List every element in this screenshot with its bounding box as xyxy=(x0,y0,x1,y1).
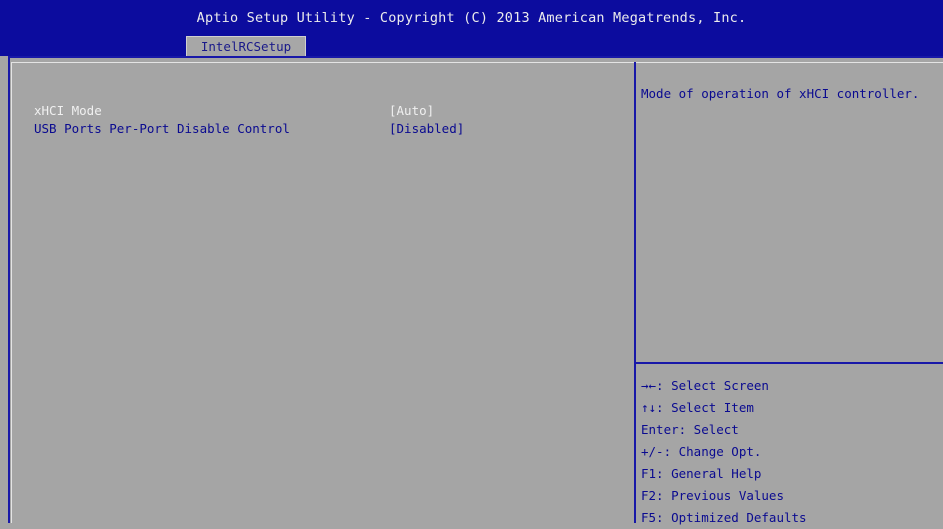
key-general-help: F1: General Help xyxy=(641,466,762,481)
app-title: Aptio Setup Utility - Copyright (C) 2013… xyxy=(196,10,747,26)
help-divider xyxy=(636,362,943,364)
tab-intelrcsetup[interactable]: IntelRCSetup xyxy=(186,36,306,56)
key-previous-values: F2: Previous Values xyxy=(641,488,784,503)
setting-label: USB Ports Per-Port Disable Control xyxy=(34,121,290,136)
setting-label: xHCI Mode xyxy=(34,103,102,118)
header-bar: Aptio Setup Utility - Copyright (C) 2013… xyxy=(0,0,943,56)
help-text: Mode of operation of xHCI controller. xyxy=(641,86,920,101)
setting-value[interactable]: [Disabled] xyxy=(389,121,464,136)
key-optimized-defaults: F5: Optimized Defaults xyxy=(641,510,807,525)
key-change-opt: +/-: Change Opt. xyxy=(641,444,762,459)
key-select-screen: →←: Select Screen xyxy=(641,378,769,393)
key-select-item: ↑↓: Select Item xyxy=(641,400,754,415)
panel-divider xyxy=(634,62,636,523)
key-enter-select: Enter: Select xyxy=(641,422,739,437)
setting-value[interactable]: [Auto] xyxy=(389,103,434,118)
key-legend: →←: Select Screen ↑↓: Select Item Enter:… xyxy=(641,375,941,529)
